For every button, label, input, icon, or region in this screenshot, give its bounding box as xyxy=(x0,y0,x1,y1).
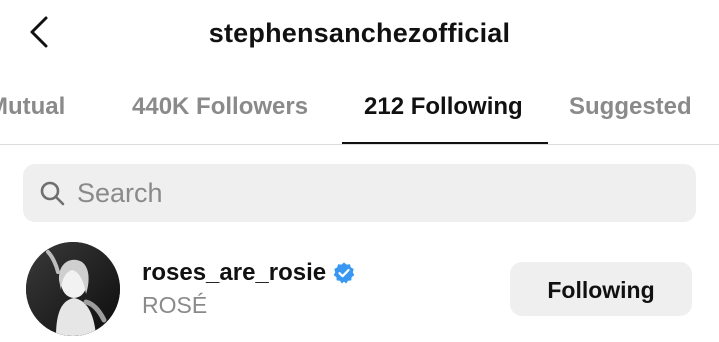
avatar[interactable] xyxy=(26,242,120,336)
search-input[interactable] xyxy=(77,164,677,222)
verified-badge-icon xyxy=(333,262,355,284)
tab-followers[interactable]: 440K Followers xyxy=(132,88,308,144)
avatar-photo xyxy=(26,242,120,336)
active-tab-indicator xyxy=(342,142,548,144)
full-name: ROSÉ xyxy=(142,292,208,318)
following-button[interactable]: Following xyxy=(510,262,692,316)
search-bar[interactable] xyxy=(23,164,696,222)
page-title: stephensanchezofficial xyxy=(208,18,511,48)
following-screen: stephensanchezofficial Mutual 440K Follo… xyxy=(0,0,719,342)
tab-suggested[interactable]: Suggested xyxy=(569,88,692,144)
list-item: roses_are_rosie ROSÉ Following xyxy=(0,238,719,342)
username-link[interactable]: roses_are_rosie xyxy=(142,258,356,288)
search-icon xyxy=(40,181,65,206)
tab-mutual[interactable]: Mutual xyxy=(0,88,65,144)
tab-bar: Mutual 440K Followers 212 Following Sugg… xyxy=(0,88,719,145)
username: roses_are_rosie xyxy=(142,259,327,286)
tab-following[interactable]: 212 Following xyxy=(364,88,523,144)
